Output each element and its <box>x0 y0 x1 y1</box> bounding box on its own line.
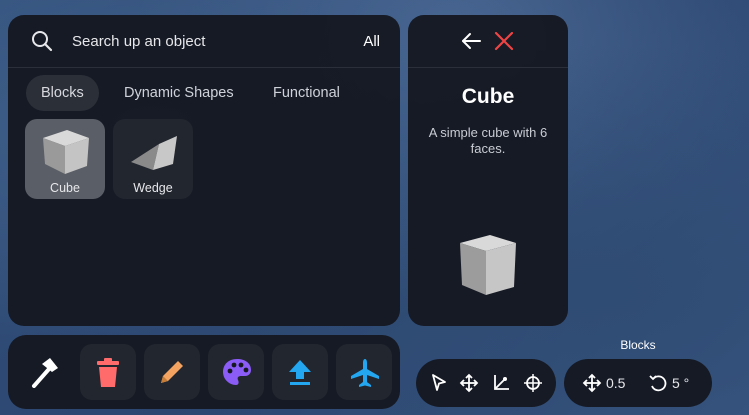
search-input[interactable]: Search up an object <box>72 33 205 50</box>
rotate-icon[interactable] <box>523 373 543 393</box>
select-arrow-icon[interactable] <box>430 373 448 393</box>
search-icon[interactable] <box>31 30 53 52</box>
pencil-icon <box>158 358 186 386</box>
item-label: Wedge <box>133 181 173 195</box>
hammer-icon <box>30 358 60 388</box>
move-snap-value[interactable]: 0.5 <box>606 375 625 391</box>
wedge-icon <box>125 124 181 178</box>
move-icon[interactable] <box>459 373 479 393</box>
close-icon[interactable] <box>493 31 515 51</box>
move-snap-icon[interactable] <box>582 373 602 393</box>
snap-settings: 0.5 5 ° <box>564 359 712 407</box>
tab-dynamic-shapes[interactable]: Dynamic Shapes <box>109 75 249 111</box>
transform-tools <box>416 359 556 407</box>
build-hammer-button[interactable] <box>16 344 72 400</box>
tab-blocks[interactable]: Blocks <box>26 75 99 111</box>
object-browser-panel: Search up an object All Blocks Dynamic S… <box>8 15 400 326</box>
tool-bar <box>8 335 400 409</box>
category-filter[interactable]: All <box>363 33 380 50</box>
detail-header <box>408 15 568 68</box>
edit-button[interactable] <box>144 344 200 400</box>
scale-icon[interactable] <box>491 373 511 393</box>
delete-button[interactable] <box>80 344 136 400</box>
upload-icon <box>286 358 314 386</box>
trash-icon <box>94 358 122 388</box>
cube-icon <box>37 124 93 178</box>
rotate-snap-value[interactable]: 5 ° <box>672 375 689 391</box>
search-bar[interactable]: Search up an object All <box>8 15 400 68</box>
back-arrow-icon[interactable] <box>460 31 482 51</box>
airplane-icon <box>350 358 380 388</box>
tab-functional[interactable]: Functional <box>258 75 355 111</box>
detail-description: A simple cube with 6 faces. <box>428 125 548 156</box>
paint-button[interactable] <box>208 344 264 400</box>
item-card-cube[interactable]: Cube <box>25 119 105 199</box>
upload-button[interactable] <box>272 344 328 400</box>
detail-title: Cube <box>461 85 515 108</box>
palette-icon <box>222 358 252 386</box>
rotate-snap-icon[interactable] <box>648 373 668 393</box>
object-detail-panel: Cube A simple cube with 6 faces. <box>408 15 568 326</box>
cube-preview-icon <box>456 231 520 297</box>
item-label: Cube <box>50 181 80 195</box>
mode-label: Blocks <box>620 338 656 352</box>
fly-button[interactable] <box>336 344 392 400</box>
item-card-wedge[interactable]: Wedge <box>113 119 193 199</box>
